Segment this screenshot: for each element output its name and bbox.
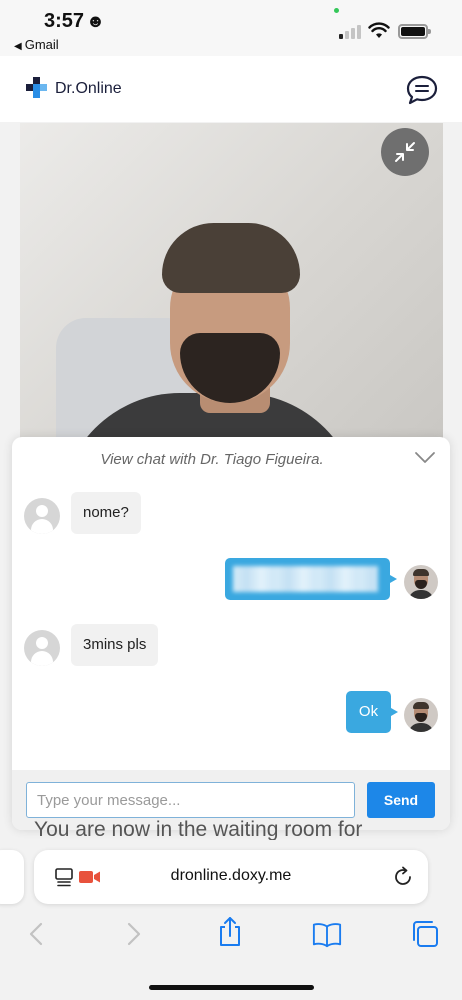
doctor-video-feed — [20, 123, 443, 453]
back-app-label: Gmail — [24, 37, 59, 52]
clock-time: 3:57 — [44, 10, 85, 32]
patient-avatar — [24, 498, 60, 534]
chat-title: View chat with Dr. Tiago Figueira. — [100, 451, 324, 468]
camera-in-use-indicator — [334, 8, 339, 13]
waiting-room-text: You are now in the waiting room for — [34, 818, 363, 841]
message-bubble-outgoing — [225, 558, 397, 600]
dronline-logo-icon — [26, 77, 47, 98]
bookmarks-icon[interactable] — [312, 920, 342, 948]
back-arrow-icon: ◀ — [14, 41, 22, 52]
redacted-message-content — [233, 566, 378, 592]
battery-icon — [398, 24, 431, 39]
chat-bubble-icon[interactable] — [405, 74, 439, 106]
app-header: Dr.Online — [0, 56, 462, 122]
brand-name: Dr.Online — [55, 80, 122, 97]
reload-icon[interactable] — [392, 866, 414, 888]
back-icon[interactable] — [22, 920, 52, 948]
clock: 3:57 ☻ — [44, 10, 105, 33]
doctor-avatar — [404, 565, 438, 599]
url-text[interactable]: dronline.doxy.me — [34, 867, 428, 885]
forward-icon[interactable] — [118, 920, 148, 948]
message-bubble-outgoing: Ok — [346, 691, 398, 733]
smiley-icon: ☻ — [86, 11, 105, 31]
message-input[interactable] — [26, 782, 355, 818]
chevron-down-icon[interactable] — [414, 451, 436, 465]
wifi-icon — [368, 22, 390, 38]
message-bubble: nome? — [71, 492, 141, 534]
chat-panel: View chat with Dr. Tiago Figueira. nome?… — [12, 437, 450, 830]
tabs-icon[interactable] — [410, 920, 440, 948]
patient-avatar — [24, 630, 60, 666]
status-bar: 3:57 ☻ ◀ Gmail — [0, 0, 462, 56]
cellular-signal-icon — [339, 25, 363, 39]
home-indicator[interactable] — [149, 985, 314, 990]
send-button[interactable]: Send — [367, 782, 435, 818]
minimize-arrows-icon — [395, 142, 415, 162]
share-icon[interactable] — [215, 916, 245, 948]
browser-toolbar: dronline.doxy.me — [0, 840, 462, 1000]
doctor-avatar — [404, 698, 438, 732]
back-to-app-link[interactable]: ◀ Gmail — [14, 37, 59, 52]
address-bar[interactable]: dronline.doxy.me — [34, 850, 428, 904]
message-bubble: 3mins pls — [71, 624, 159, 666]
minimize-video-button[interactable] — [381, 128, 429, 176]
previous-tab-peek[interactable] — [0, 850, 24, 904]
